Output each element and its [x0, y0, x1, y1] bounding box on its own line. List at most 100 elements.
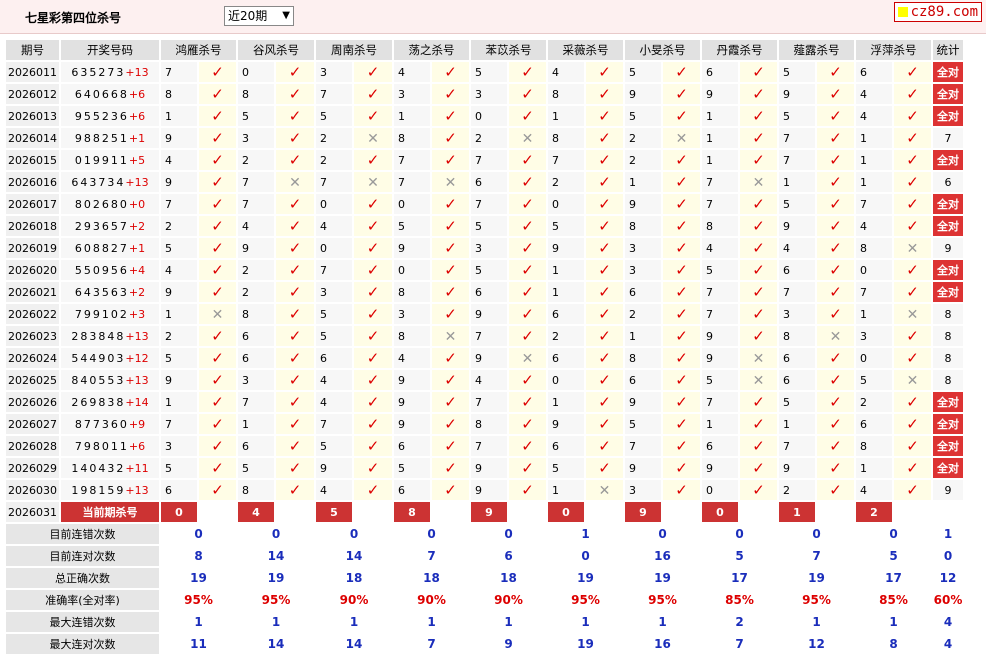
result-mark-cell: ✕	[199, 304, 236, 324]
check-icon: ✓	[366, 305, 380, 323]
check-icon: ✓	[906, 217, 919, 235]
kill-value-cell: 7	[779, 150, 815, 170]
result-mark-cell: ✓	[199, 436, 236, 456]
result-mark-cell: ✓	[509, 370, 546, 390]
period-cell: 2026014	[6, 128, 59, 148]
result-mark-cell: ✓	[740, 436, 777, 456]
kill-value-cell: 7	[856, 282, 892, 302]
result-mark-cell: ✓	[817, 458, 854, 478]
kill-value-cell: 6	[702, 62, 738, 82]
all-correct-badge: 全对	[933, 62, 963, 82]
column-header: 开奖号码	[61, 40, 159, 60]
kill-value-cell: 9	[161, 370, 197, 390]
check-icon: ✓	[906, 481, 919, 499]
check-icon: ✓	[211, 327, 224, 345]
kill-value-cell: 7	[856, 194, 892, 214]
check-icon: ✓	[444, 481, 457, 499]
check-icon: ✓	[675, 415, 688, 433]
kill-value-cell: 2	[548, 172, 584, 192]
result-mark-cell: ✓	[586, 436, 623, 456]
summary-value: 14	[238, 546, 314, 566]
summary-value: 17	[856, 568, 931, 588]
kill-value-cell: 2	[625, 150, 661, 170]
period-cell: 2026023	[6, 326, 59, 346]
current-kill-value: 2	[856, 502, 892, 522]
check-icon: ✓	[598, 195, 611, 213]
kill-value-cell: 6	[394, 480, 430, 500]
summary-value: 19	[548, 568, 623, 588]
kill-value-cell: 8	[394, 282, 430, 302]
kill-value-cell: 7	[471, 392, 507, 412]
kill-value-cell: 7	[161, 194, 197, 214]
draw-sum: +9	[128, 417, 146, 431]
check-icon: ✓	[366, 261, 380, 279]
draw-digits: 608827	[74, 241, 129, 255]
result-mark-cell: ✓	[894, 128, 931, 148]
kill-value-cell: 5	[394, 216, 430, 236]
check-icon: ✓	[752, 415, 765, 433]
check-icon: ✓	[752, 129, 765, 147]
check-icon: ✓	[829, 239, 842, 257]
kill-value-cell: 5	[471, 216, 507, 236]
check-icon: ✓	[598, 217, 611, 235]
check-icon: ✓	[598, 107, 611, 125]
all-correct-badge: 全对	[933, 106, 963, 126]
chevron-down-icon: ▼	[282, 10, 290, 21]
draw-digits: 283848	[71, 329, 126, 343]
kill-value-cell: 1	[856, 172, 892, 192]
result-mark-cell: ✓	[432, 62, 469, 82]
result-mark-cell: ✕	[740, 172, 777, 192]
stat-cell: 7	[933, 128, 963, 148]
kill-value-cell: 2	[316, 150, 352, 170]
result-mark-cell: ✓	[740, 62, 777, 82]
draw-sum: +14	[125, 395, 149, 409]
current-kill-value: 0	[702, 502, 738, 522]
kill-value-cell: 1	[702, 414, 738, 434]
kill-number-table: 期号 开奖号码 鸿雁杀号 谷风杀号 周南杀号 荡之杀号 苯苡杀号 采薇杀号 小旻杀号 丹霞杀号 薤露…	[4, 38, 965, 656]
result-mark-cell: ✓	[740, 150, 777, 170]
result-mark-cell: ✓	[509, 480, 546, 500]
kill-value-cell: 7	[238, 392, 274, 412]
result-mark-cell: ✓	[276, 128, 314, 148]
summary-value: 12	[779, 634, 854, 654]
stat-cell: 8	[933, 304, 963, 324]
kill-value-cell: 3	[238, 370, 274, 390]
kill-value-cell: 1	[548, 392, 584, 412]
kill-value-cell: 9	[471, 458, 507, 478]
cross-icon: ✕	[752, 175, 765, 191]
check-icon: ✓	[829, 459, 842, 477]
period-select[interactable]: 近20期 ▼	[224, 6, 294, 26]
top-bar: 七星彩第四位杀号 近20期 ▼ cz89.com	[0, 0, 986, 34]
check-icon: ✓	[906, 195, 919, 213]
draw-digits: 640668	[74, 87, 129, 101]
kill-value-cell: 4	[856, 84, 892, 104]
kill-value-cell: 6	[779, 370, 815, 390]
result-mark-cell: ✓	[740, 282, 777, 302]
current-kill-spacer	[432, 502, 469, 522]
result-mark-cell: ✓	[199, 150, 236, 170]
result-mark-cell: ✓	[740, 414, 777, 434]
draw-digits: 635273	[71, 65, 126, 79]
kill-value-cell: 7	[394, 172, 430, 192]
draw-sum: +3	[128, 307, 146, 321]
kill-value-cell: 2	[548, 326, 584, 346]
check-icon: ✓	[211, 371, 224, 389]
draw-number-cell: 635273+13	[61, 62, 159, 82]
check-icon: ✓	[598, 459, 611, 477]
site-logo[interactable]: cz89.com	[893, 2, 982, 22]
check-icon: ✓	[444, 349, 457, 367]
cross-icon: ✕	[675, 131, 688, 147]
current-kill-value: 8	[394, 502, 430, 522]
kill-value-cell: 1	[702, 150, 738, 170]
kill-value-cell: 9	[394, 414, 430, 434]
kill-value-cell: 6	[625, 370, 661, 390]
check-icon: ✓	[906, 151, 919, 169]
column-header: 小旻杀号	[625, 40, 700, 60]
kill-value-cell: 1	[856, 128, 892, 148]
column-header: 周南杀号	[316, 40, 392, 60]
kill-value-cell: 3	[394, 304, 430, 324]
table-row: 2026025 840553+13 9 ✓ 3 ✓ 4 ✓ 9 ✓ 4 ✓ 0 ✓ 6 ✓ 5 ✕ 6 ✓ 5 ✕ 8	[6, 370, 963, 390]
kill-value-cell: 3	[856, 326, 892, 346]
check-icon: ✓	[829, 349, 842, 367]
kill-value-cell: 9	[471, 480, 507, 500]
